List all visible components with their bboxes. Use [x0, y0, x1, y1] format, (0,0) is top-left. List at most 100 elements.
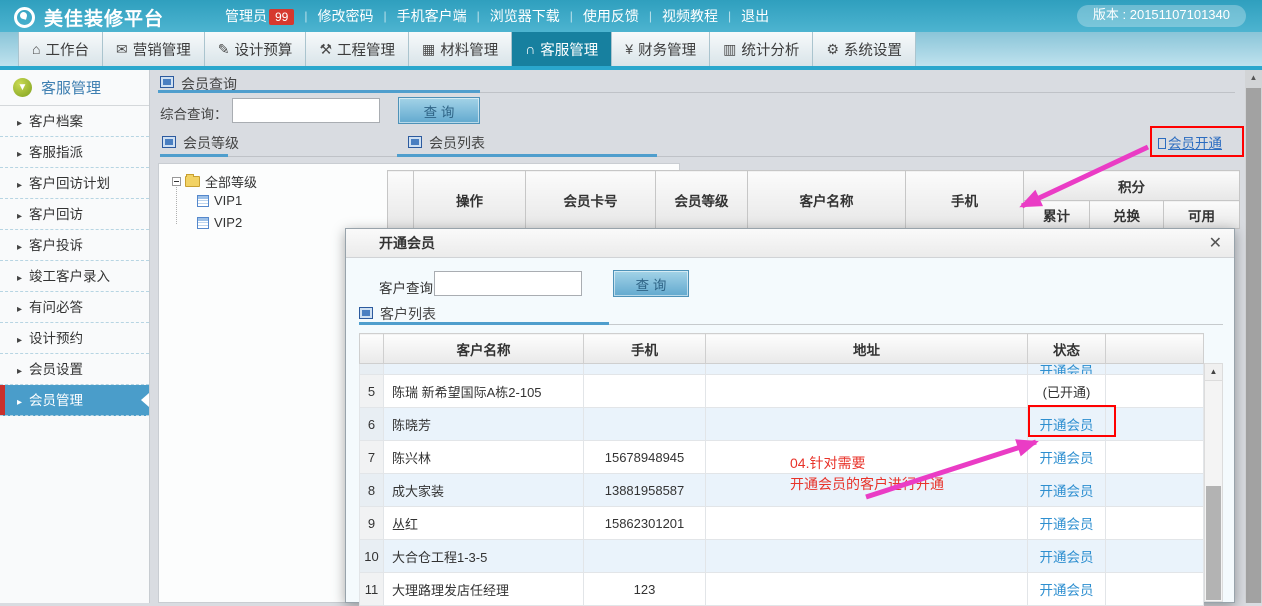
collapse-minus-icon[interactable] — [172, 177, 181, 186]
topbar-menu-feedback[interactable]: 使用反馈 — [573, 6, 649, 26]
sidebar-item-qa[interactable]: ▸有问必答 — [0, 292, 149, 323]
customer-col-address: 地址 — [706, 334, 1028, 364]
section-accent — [158, 90, 480, 93]
tab-marketing[interactable]: ✉营销管理 — [103, 32, 205, 66]
cell-customer-name: 丛红 — [384, 507, 584, 540]
customer-col-status: 状态 — [1028, 334, 1106, 364]
sidebar-item-label: 会员管理 — [29, 393, 83, 408]
cell-name — [384, 364, 584, 375]
cell-phone: 15678948945 — [584, 441, 706, 474]
customer-search-input[interactable] — [434, 271, 582, 296]
cell-status: 开通会员 — [1028, 540, 1106, 573]
sidebar-item-member-settings[interactable]: ▸会员设置 — [0, 354, 149, 385]
customer-search-button[interactable]: 查 询 — [613, 270, 689, 297]
open-member-link[interactable]: 开通会员 — [1040, 364, 1094, 374]
topbar-menu-logout[interactable]: 退出 — [731, 6, 779, 26]
gear-icon: ⚙ — [826, 41, 839, 58]
table-row: 11大理路理发店任经理123开通会员 — [360, 573, 1204, 606]
member-opened-text: (已开通) — [1043, 385, 1091, 400]
topbar-menu-admin[interactable]: 管理员99 — [215, 6, 304, 26]
sidebar-item-member-management[interactable]: ▸ 会员管理 — [0, 385, 149, 416]
section-title-customer-list: 客户列表 — [380, 304, 436, 324]
nav-tabs: ⌂工作台✉营销管理✎设计预算⚒工程管理▦材料管理∩客服管理¥财务管理▥统计分析⚙… — [18, 32, 1262, 66]
table-scrollbar[interactable]: ▲ — [1204, 363, 1223, 602]
clipped-content: 开通会员 — [1028, 364, 1105, 374]
tab-finance[interactable]: ¥财务管理 — [612, 32, 710, 66]
sidebar-item-visit-plan[interactable]: ▸客户回访计划 — [0, 168, 149, 199]
cell-status: 开通会员 — [1028, 441, 1106, 474]
open-member-link[interactable]: 开通会员 — [1040, 418, 1094, 433]
dialog-title: 开通会员 — [379, 229, 435, 258]
page-scrollbar-thumb[interactable] — [1246, 88, 1261, 603]
sidebar-item-design-appointment[interactable]: ▸设计预约 — [0, 323, 149, 354]
cell-phone — [584, 540, 706, 573]
users-icon: ⚒ — [319, 41, 332, 58]
tree-item-vip1[interactable]: VIP1 — [197, 193, 242, 208]
open-member-link[interactable]: 开通会员 — [1040, 451, 1094, 466]
close-icon[interactable]: ✕ — [1209, 233, 1222, 253]
cell-rownum: 9 — [360, 507, 384, 540]
cell-address — [706, 540, 1028, 573]
tab-label: 材料管理 — [440, 39, 498, 60]
open-member-link[interactable]: 开通会员 — [1040, 550, 1094, 565]
cell-rownum: 8 — [360, 474, 384, 507]
table-row: 8成大家装13881958587 开通会员 — [360, 474, 1204, 507]
tree-item-vip2[interactable]: VIP2 — [197, 215, 242, 230]
topbar-menu-browser-download[interactable]: 浏览器下载 — [480, 6, 570, 26]
chevron-down-icon[interactable]: ▼ — [13, 78, 32, 97]
cell-extra — [1106, 474, 1204, 507]
tab-label: 系统设置 — [844, 39, 902, 60]
table-row: 9丛红15862301201开通会员 — [360, 507, 1204, 540]
tab-statistics[interactable]: ▥统计分析 — [710, 32, 813, 66]
query-button[interactable]: 查 询 — [398, 97, 480, 124]
topbar-menu-video-tutorial[interactable]: 视频教程 — [652, 6, 728, 26]
cell-customer-name: 成大家装 — [384, 474, 584, 507]
section-accent — [359, 322, 609, 325]
table-row: 5陈瑞 新希望国际A栋2-105(已开通) — [360, 375, 1204, 408]
notification-badge: 99 — [269, 9, 294, 25]
open-member-dialog: 开通会员 ✕ 客户查询 查 询 客户列表 客户名称 手机 地址 状态 开通会员5… — [345, 228, 1235, 603]
cell-phone: 13881958587 — [584, 474, 706, 507]
cell-address — [706, 573, 1028, 606]
open-member-link[interactable]: 开通会员 — [1040, 517, 1094, 532]
edit-icon: ✎ — [218, 41, 230, 58]
cell-extra — [1106, 441, 1204, 474]
cell-customer-name: 陈瑞 新希望国际A栋2-105 — [384, 375, 584, 408]
topbar-menu-mobile-client[interactable]: 手机客户端 — [387, 6, 477, 26]
tab-material[interactable]: ▦材料管理 — [409, 32, 512, 66]
sidebar-item-label: 客户回访计划 — [29, 176, 110, 191]
tab-workbench[interactable]: ⌂工作台 — [18, 32, 103, 66]
topbar-menu: 管理员99|修改密码|手机客户端|浏览器下载|使用反馈|视频教程|退出 — [215, 0, 779, 32]
yen-icon: ¥ — [625, 41, 633, 57]
page-scrollbar[interactable]: ▲ — [1245, 70, 1262, 603]
sidebar-item-customer-visit[interactable]: ▸客户回访 — [0, 199, 149, 230]
triangle-icon: ▸ — [17, 397, 22, 408]
combined-query-input[interactable] — [232, 98, 380, 123]
member-col-points-available: 可用 — [1164, 201, 1240, 229]
cell-num — [360, 364, 384, 375]
tab-customer-service[interactable]: ∩客服管理 — [512, 32, 612, 66]
topbar-menu-change-password[interactable]: 修改密码 — [307, 6, 383, 26]
sidebar-item-customer-files[interactable]: ▸客户档案 — [0, 106, 149, 137]
sidebar-item-label: 客户投诉 — [29, 238, 83, 253]
tab-design-budget[interactable]: ✎设计预算 — [205, 32, 307, 66]
cell-address — [706, 408, 1028, 441]
sidebar-item-complaints[interactable]: ▸客户投诉 — [0, 230, 149, 261]
triangle-icon: ▸ — [17, 211, 22, 222]
tab-system-settings[interactable]: ⚙ 系统设置 — [813, 32, 916, 66]
tree-root[interactable]: 全部等级 — [172, 172, 257, 191]
open-member-link[interactable]: 开通会员 — [1040, 583, 1094, 598]
app-title: 美佳装修平台 — [44, 4, 164, 31]
sidebar-item-completed-entry[interactable]: ▸竣工客户录入 — [0, 261, 149, 292]
sidebar-header[interactable]: ▼ 客服管理 — [0, 70, 149, 106]
table-scrollbar-thumb[interactable] — [1206, 486, 1221, 600]
scroll-up-arrow-icon[interactable]: ▲ — [1245, 70, 1262, 86]
member-open-link[interactable]: 会员开通 — [1158, 132, 1222, 152]
scroll-up-arrow-icon[interactable]: ▲ — [1205, 364, 1222, 381]
sidebar-item-service-assign[interactable]: ▸客服指派 — [0, 137, 149, 168]
cell-customer-name: 大合仓工程1-3-5 — [384, 540, 584, 573]
tab-project[interactable]: ⚒工程管理 — [306, 32, 409, 66]
table-row: 7陈兴林15678948945开通会员 — [360, 441, 1204, 474]
open-member-link[interactable]: 开通会员 — [1040, 484, 1094, 499]
tree-item-label: VIP2 — [214, 215, 242, 230]
